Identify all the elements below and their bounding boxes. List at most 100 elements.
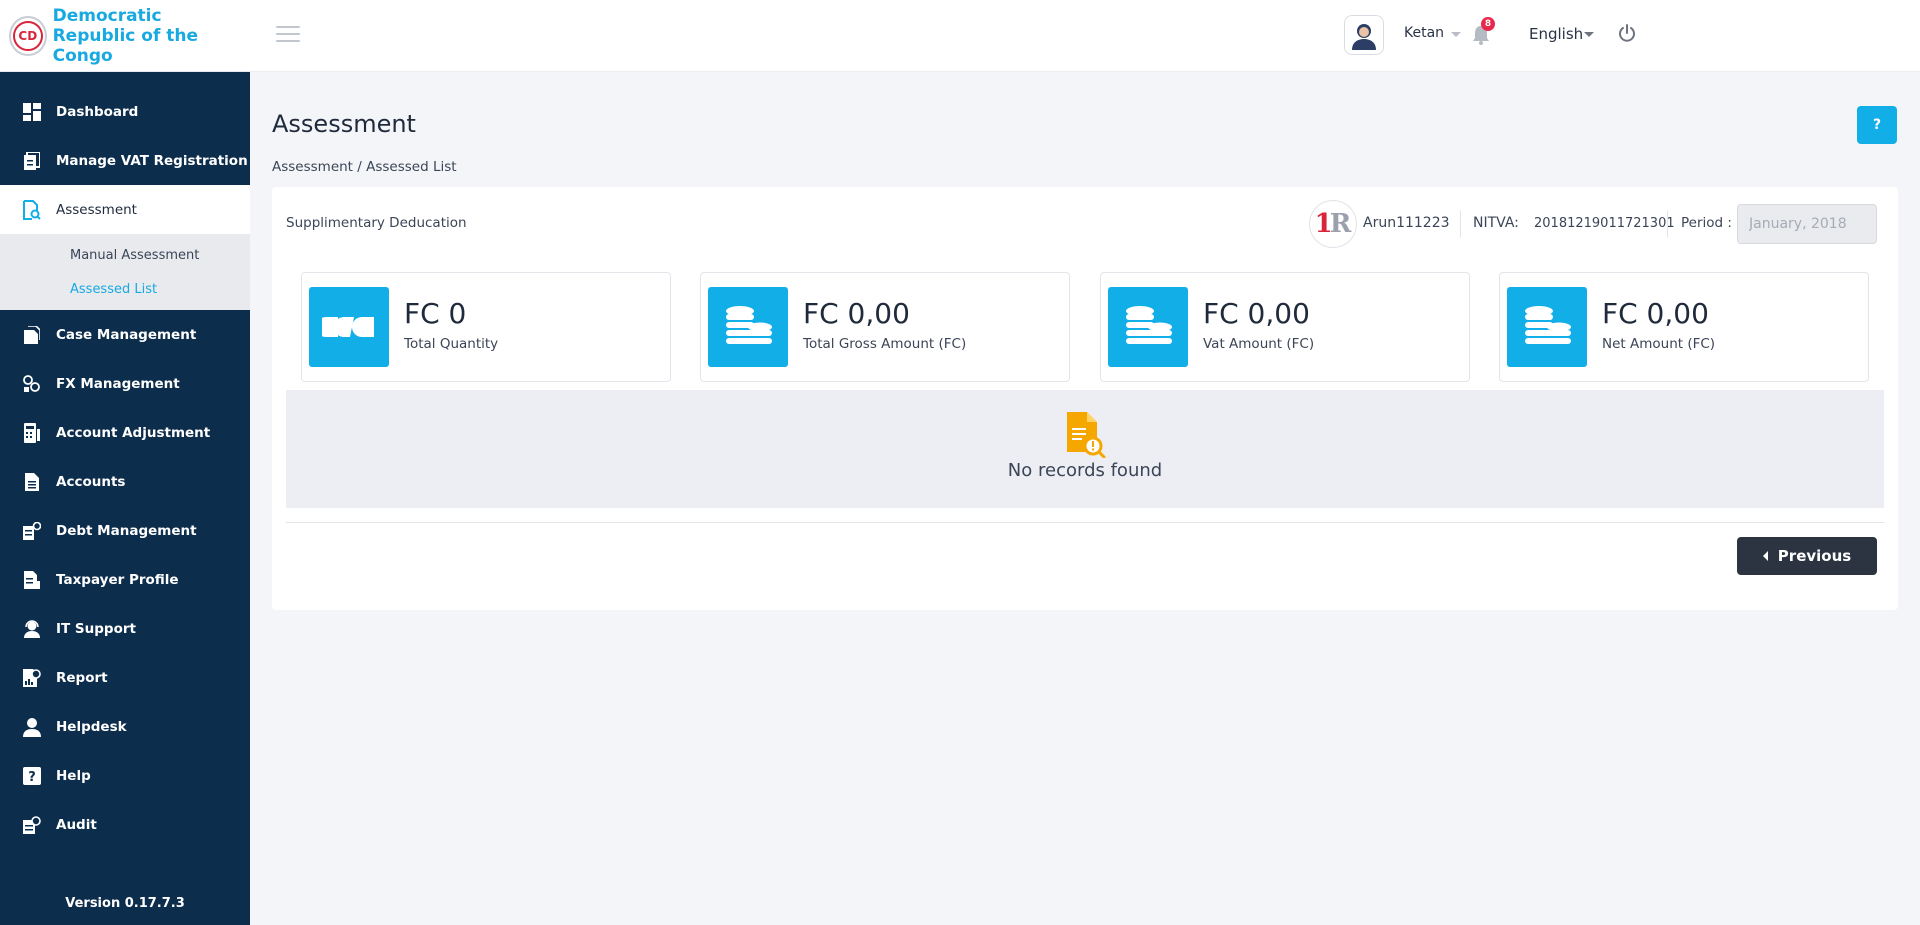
taxpayer-logo: 1R [1309, 200, 1357, 248]
report-icon [22, 668, 42, 688]
sidebar-item-label: Accounts [56, 473, 126, 490]
divider [286, 522, 1884, 523]
sidebar-item-label: Case Management [56, 326, 197, 343]
breadcrumb: Assessment / Assessed List [272, 159, 457, 175]
nitva-label: NITVA: [1473, 215, 1519, 231]
sidebar-item-account-adjustment[interactable]: Account Adjustment [0, 408, 250, 457]
sidebar-item-label: Taxpayer Profile [56, 571, 179, 588]
stat-total-quantity: FC 0 Total Quantity [301, 272, 671, 382]
user-avatar[interactable] [1344, 15, 1384, 55]
sidebar-item-label: Helpdesk [56, 718, 127, 735]
coins-icon [708, 287, 788, 367]
sidebar-item-label: FX Management [56, 375, 180, 392]
sidebar-item-it-support[interactable]: IT Support [0, 604, 250, 653]
svg-text:?: ? [28, 770, 36, 785]
sidebar-item-accounts[interactable]: Accounts [0, 457, 250, 506]
sidebar-item-label: Account Adjustment [56, 424, 211, 441]
coins-icon [1507, 287, 1587, 367]
adjustment-icon [22, 422, 42, 443]
menu-toggle-icon[interactable] [276, 26, 300, 44]
help-icon: ? [22, 766, 42, 786]
chevron-left-icon [1762, 551, 1768, 561]
sidebar-item-help[interactable]: ? Help [0, 751, 250, 800]
sidebar-nav-rest: Case Management FX Management Account Ad… [0, 310, 250, 849]
period-field[interactable] [1737, 204, 1877, 244]
sidebar-item-audit[interactable]: Audit [0, 800, 250, 849]
sidebar-item-label: Report [56, 669, 108, 686]
submenu-item-manual-assessment[interactable]: Manual Assessment [0, 238, 250, 272]
brand-name: Democratic Republic of the Congo [53, 6, 250, 66]
stat-value: FC 0,00 [803, 297, 910, 330]
sidebar-item-label: Assessment [56, 201, 137, 218]
sidebar-item-label: Dashboard [56, 103, 139, 120]
stat-label: Net Amount (FC) [1602, 336, 1716, 352]
version-label: Version 0.17.7.3 [65, 896, 185, 911]
sidebar-item-label: Debt Management [56, 522, 197, 539]
sidebar-nav: Dashboard Manage VAT Registration Assess… [0, 87, 250, 234]
accounts-icon [22, 472, 42, 492]
support-icon [22, 619, 42, 639]
dashboard-icon [22, 102, 42, 122]
sidebar-item-label: IT Support [56, 620, 136, 637]
brand-logo-mark: CD [12, 20, 43, 51]
no-records-icon [1067, 412, 1106, 458]
notification-badge: 8 [1481, 17, 1495, 31]
stat-vat-amount: FC 0,00 Vat Amount (FC) [1100, 272, 1470, 382]
sidebar-item-label: Help [56, 767, 91, 784]
sidebar-item-assessment[interactable]: Assessment [0, 185, 250, 234]
taxpayer-name: Arun111223 [1363, 215, 1450, 231]
sidebar-item-label: Audit [56, 816, 97, 833]
fx-icon [22, 374, 42, 394]
stat-label: Vat Amount (FC) [1203, 336, 1315, 352]
user-name[interactable]: Ketan [1404, 25, 1444, 41]
brand-name-line2: Republic of the Congo [52, 25, 199, 66]
assessment-icon [22, 199, 42, 220]
quantity-icon [309, 287, 389, 367]
stat-value: FC 0,00 [1203, 297, 1310, 330]
power-icon[interactable] [1617, 23, 1637, 43]
stat-value: FC 0,00 [1602, 297, 1709, 330]
sidebar-item-fx-management[interactable]: FX Management [0, 359, 250, 408]
audit-icon [22, 815, 42, 835]
stat-value: FC 0 [404, 297, 467, 330]
sidebar-item-taxpayer-profile[interactable]: Taxpayer Profile [0, 555, 250, 604]
topbar [250, 0, 1920, 72]
assessment-card: Supplimentary Deducation 1R Arun111223 N… [272, 187, 1898, 610]
brand-logo: CD [9, 15, 47, 56]
chevron-down-icon[interactable] [1451, 32, 1461, 37]
sidebar-item-report[interactable]: Report [0, 653, 250, 702]
user-avatar-icon [1352, 24, 1376, 50]
helpdesk-icon [22, 717, 42, 737]
coins-icon [1108, 287, 1188, 367]
registration-icon [22, 151, 42, 171]
help-button[interactable]: ? [1857, 106, 1897, 144]
stat-net-amount: FC 0,00 Net Amount (FC) [1499, 272, 1869, 382]
previous-label: Previous [1777, 547, 1852, 565]
case-icon [22, 325, 42, 345]
sidebar-item-manage-vat-registration[interactable]: Manage VAT Registration [0, 136, 250, 185]
sidebar-item-case-management[interactable]: Case Management [0, 310, 250, 359]
previous-button[interactable]: Previous [1737, 537, 1877, 575]
brand[interactable]: CD Democratic Republic of the Congo [0, 0, 250, 72]
divider [1667, 210, 1668, 238]
page-title: Assessment [272, 110, 416, 138]
sidebar-item-debt-management[interactable]: Debt Management [0, 506, 250, 555]
brand-name-line1: Democratic [52, 5, 162, 26]
debt-icon [22, 521, 42, 541]
nitva-value: 20181219011721301 [1534, 216, 1675, 231]
language-selector[interactable]: English [1529, 25, 1583, 43]
submenu-item-assessed-list[interactable]: Assessed List [0, 272, 250, 306]
period-label: Period : [1681, 215, 1732, 231]
stat-label: Total Quantity [404, 336, 499, 352]
stat-total-gross-amount: FC 0,00 Total Gross Amount (FC) [700, 272, 1070, 382]
empty-state: No records found [286, 390, 1884, 508]
sidebar: CD Democratic Republic of the Congo Dash… [0, 0, 250, 925]
sidebar-item-dashboard[interactable]: Dashboard [0, 87, 250, 136]
chevron-down-icon[interactable] [1584, 32, 1594, 37]
sidebar-item-helpdesk[interactable]: Helpdesk [0, 702, 250, 751]
sidebar-item-label: Manage VAT Registration [56, 152, 248, 169]
card-title: Supplimentary Deducation [286, 215, 467, 231]
empty-message: No records found [1007, 460, 1163, 481]
profile-icon [22, 570, 42, 590]
divider [1460, 210, 1461, 238]
